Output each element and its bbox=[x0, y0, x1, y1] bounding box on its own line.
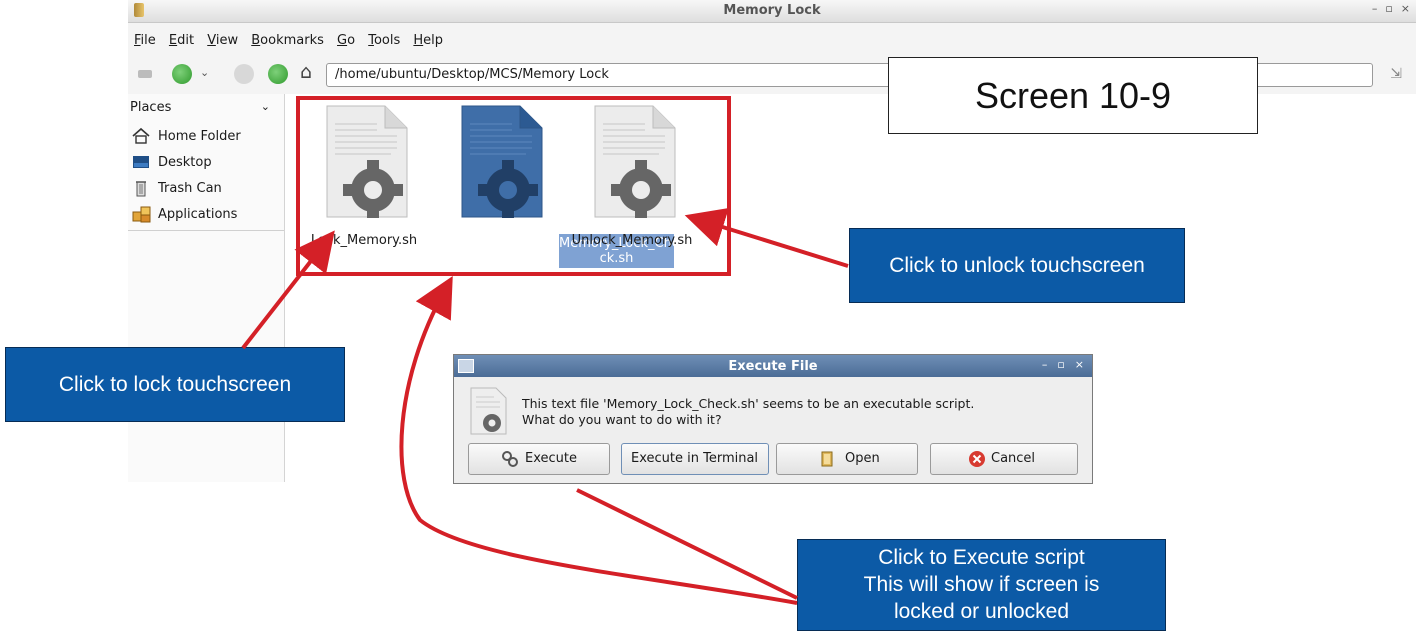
sidebar-item-label: Applications bbox=[158, 207, 238, 222]
execute-label: Execute bbox=[525, 451, 577, 466]
close-button[interactable]: × bbox=[1401, 2, 1410, 15]
dialog-message: This text file 'Memory_Lock_Check.sh' se… bbox=[522, 396, 975, 411]
dialog-question: What do you want to do with it? bbox=[522, 412, 722, 427]
window-titlebar[interactable]: Memory Lock – ▫ × bbox=[128, 0, 1416, 23]
execute-callout-line1: Click to Execute script bbox=[878, 546, 1085, 569]
back-arrow-icon[interactable] bbox=[172, 64, 192, 84]
execute-callout: Click to Execute script This will show i… bbox=[797, 539, 1166, 631]
home-icon[interactable]: ⌂ bbox=[300, 61, 312, 83]
dialog-titlebar[interactable]: Execute File – ▫ × bbox=[454, 355, 1092, 377]
applications-icon bbox=[132, 205, 151, 223]
history-dropdown-icon[interactable]: ⌄ bbox=[200, 66, 209, 79]
maximize-button[interactable]: ▫ bbox=[1057, 358, 1064, 371]
execute-terminal-label: Execute in Terminal bbox=[631, 451, 759, 466]
path-text: /home/ubuntu/Desktop/MCS/Memory Lock bbox=[335, 67, 609, 82]
menubar: File Edit View Bookmarks Go Tools Help bbox=[128, 33, 1416, 53]
menu-help[interactable]: Help bbox=[413, 33, 443, 48]
sidebar-item-trash-can[interactable]: Trash Can bbox=[132, 178, 282, 200]
sidebar-item-applications[interactable]: Applications bbox=[132, 204, 282, 226]
chevron-down-icon[interactable]: ⌄ bbox=[261, 100, 270, 113]
execute-callout-line3: locked or unlocked bbox=[893, 600, 1070, 623]
open-icon bbox=[819, 450, 836, 467]
menu-file[interactable]: File bbox=[134, 33, 156, 48]
sidebar-header[interactable]: Places bbox=[130, 100, 171, 115]
sidebar-item-label: Home Folder bbox=[158, 129, 241, 144]
go-icon[interactable]: ⇲ bbox=[1390, 66, 1402, 82]
script-icon bbox=[468, 387, 508, 439]
sidebar: Places ⌄ Home Folder Desktop Trash Can A… bbox=[128, 94, 285, 482]
execute-button[interactable]: Execute bbox=[468, 443, 610, 475]
screen-label: Screen 10-9 bbox=[888, 57, 1258, 134]
new-tab-icon[interactable] bbox=[138, 70, 152, 78]
dialog-title: Execute File bbox=[728, 359, 818, 374]
execute-arrow-button bbox=[576, 488, 798, 600]
dialog-controls: – ▫ × bbox=[1032, 358, 1084, 371]
menu-view[interactable]: View bbox=[207, 33, 238, 48]
highlight-box bbox=[296, 96, 731, 276]
cancel-button[interactable]: Cancel bbox=[930, 443, 1078, 475]
cancel-icon bbox=[968, 450, 985, 467]
open-button[interactable]: Open bbox=[776, 443, 918, 475]
minimize-button[interactable]: – bbox=[1372, 2, 1378, 15]
gears-icon bbox=[501, 450, 518, 467]
sidebar-item-desktop[interactable]: Desktop bbox=[132, 152, 282, 174]
up-arrow-icon[interactable] bbox=[268, 64, 288, 84]
forward-arrow-icon[interactable] bbox=[234, 64, 254, 84]
lock-callout: Click to lock touchscreen bbox=[5, 347, 345, 422]
close-button[interactable]: × bbox=[1075, 358, 1084, 371]
menu-bookmarks[interactable]: Bookmarks bbox=[251, 33, 324, 48]
menu-tools[interactable]: Tools bbox=[368, 33, 400, 48]
open-label: Open bbox=[845, 451, 880, 466]
window-controls: – ▫ × bbox=[1364, 2, 1410, 15]
sidebar-item-label: Desktop bbox=[158, 155, 212, 170]
sidebar-item-label: Trash Can bbox=[158, 181, 222, 196]
cancel-label: Cancel bbox=[991, 451, 1036, 466]
home-icon bbox=[132, 127, 150, 145]
desktop-icon bbox=[132, 153, 150, 171]
sidebar-splitter[interactable] bbox=[276, 94, 284, 482]
minimize-button[interactable]: – bbox=[1042, 358, 1048, 371]
window-title: Memory Lock bbox=[723, 3, 821, 18]
execute-file-dialog: Execute File – ▫ × This text file 'Memory_… bbox=[453, 354, 1093, 484]
menu-go[interactable]: Go bbox=[337, 33, 355, 48]
trash-icon bbox=[132, 179, 150, 197]
maximize-button[interactable]: ▫ bbox=[1385, 2, 1392, 15]
execute-callout-line2: This will show if screen is bbox=[863, 573, 1100, 596]
execute-in-terminal-button[interactable]: Execute in Terminal bbox=[621, 443, 769, 475]
menu-edit[interactable]: Edit bbox=[169, 33, 194, 48]
unlock-callout: Click to unlock touchscreen bbox=[849, 228, 1185, 303]
sidebar-item-home-folder[interactable]: Home Folder bbox=[132, 126, 282, 148]
sidebar-divider bbox=[128, 230, 284, 231]
